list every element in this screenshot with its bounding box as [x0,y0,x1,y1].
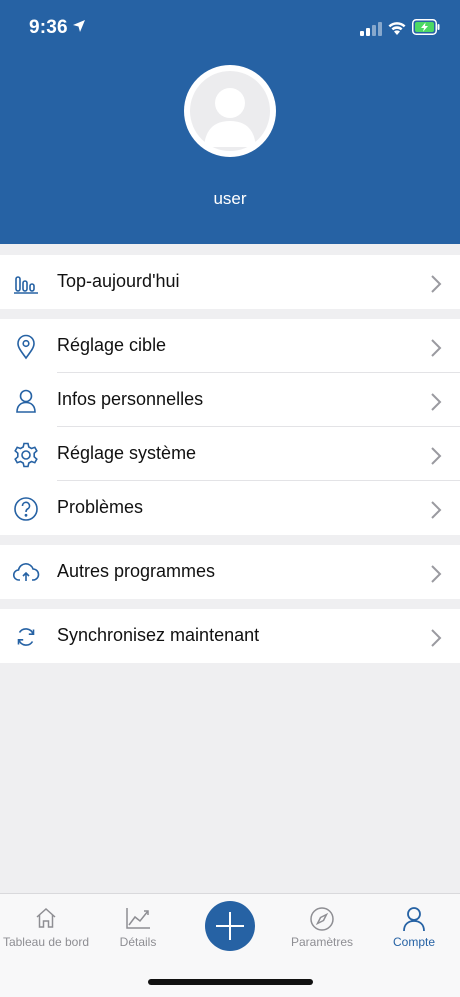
chevron-right-icon [430,392,442,417]
person-icon [12,387,40,415]
menu-item-label: Top-aujourd'hui [57,271,180,291]
location-pin-icon [12,333,40,361]
menu-item-other-programs[interactable]: Autres programmes [0,545,460,599]
menu-item-label: Réglage système [57,443,197,463]
tab-dashboard[interactable]: Tableau de bord [0,894,92,964]
tab-label: Tableau de bord [2,935,90,949]
compass-icon [309,906,335,937]
menu-item-personal-info[interactable]: Infos personnelles [0,373,460,427]
home-icon [34,906,58,935]
location-arrow-icon [72,19,86,38]
wifi-icon [387,20,407,41]
home-indicator [148,979,313,985]
battery-charging-icon [412,19,440,40]
menu-group-programs: Autres programmes [0,545,460,599]
tab-account[interactable]: Compte [368,894,460,964]
gear-icon [12,441,40,469]
chevron-right-icon [430,564,442,589]
menu-item-label: Infos personnelles [57,389,204,409]
bar-chart-icon [12,269,40,297]
tab-details[interactable]: Détails [92,894,184,964]
tab-settings[interactable]: Paramètres [276,894,368,964]
menu-item-label: Problèmes [57,497,144,517]
menu-item-problems[interactable]: Problèmes [0,481,460,535]
sync-icon [12,623,40,651]
chevron-right-icon [430,628,442,653]
menu-group-settings: Réglage cible Infos personnelles Réglage… [0,319,460,535]
chevron-right-icon [430,274,442,299]
chevron-right-icon [430,500,442,525]
question-icon [12,495,40,523]
tab-label: Paramètres [290,935,354,949]
menu-item-top-today[interactable]: Top-aujourd'hui [0,255,460,309]
status-bar: 9:36 [0,0,460,56]
avatar-placeholder-icon [190,71,270,151]
menu-item-label: Autres programmes [57,561,216,581]
cellular-signal-icon [360,22,382,41]
status-time: 9:36 [29,17,68,38]
add-button[interactable] [205,901,255,951]
tab-label: Compte [392,935,436,949]
menu-item-system-setting[interactable]: Réglage système [0,427,460,481]
chevron-right-icon [430,338,442,363]
cloud-upload-icon [12,559,40,587]
menu-group-sync: Synchronisez maintenant [0,609,460,663]
avatar[interactable] [184,65,276,157]
plus-icon [216,912,244,940]
username: user [213,189,247,208]
menu-item-target-setting[interactable]: Réglage cible [0,319,460,373]
profile-header: 9:36 user [0,0,460,244]
menu-item-label: Synchronisez maintenant [57,625,260,645]
account-icon [402,906,426,937]
menu-item-sync-now[interactable]: Synchronisez maintenant [0,609,460,663]
chevron-right-icon [430,446,442,471]
line-chart-icon [125,906,151,935]
menu-group-today: Top-aujourd'hui [0,255,460,309]
tab-label: Détails [119,935,157,949]
menu-item-label: Réglage cible [57,335,167,355]
